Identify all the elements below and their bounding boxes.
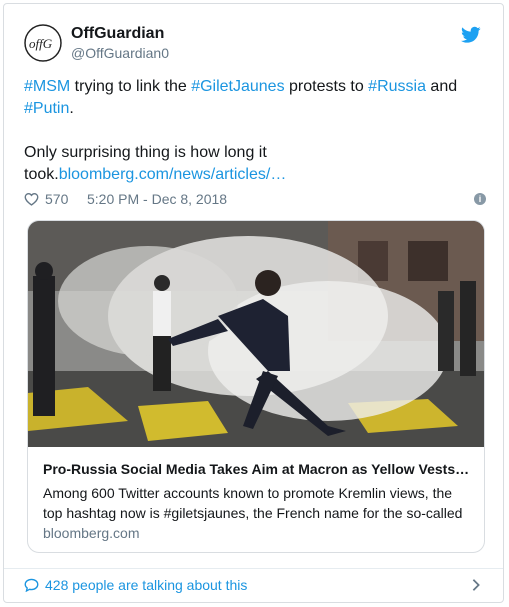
hashtag-msm[interactable]: #MSM [24, 78, 70, 95]
tweet-line-1: #MSM trying to link the #GiletJaunes pro… [24, 76, 484, 98]
heart-icon[interactable] [24, 192, 39, 206]
talking-count[interactable]: 428 people are talking about this [45, 577, 247, 593]
tweet-text-segment: trying to link the [70, 78, 192, 95]
hashtag-putin[interactable]: #Putin [24, 100, 69, 117]
tweet-text-segment: and [425, 78, 458, 95]
footer-divider [4, 568, 503, 569]
chevron-right-icon[interactable] [471, 578, 481, 592]
like-count[interactable]: 570 [45, 191, 68, 207]
card-title[interactable]: Pro-Russia Social Media Takes Aim at Mac… [43, 461, 473, 477]
speech-bubble-icon [24, 578, 39, 592]
tweet-text-segment: protests to [284, 78, 369, 95]
article-photo[interactable] [28, 221, 485, 447]
tweet-text-segment: . [69, 100, 74, 117]
author-name[interactable]: OffGuardian [71, 25, 164, 43]
tweet-line-2: #Putin. [24, 98, 484, 120]
info-icon[interactable]: i [474, 193, 486, 205]
tweet-text-segment: took. [24, 166, 59, 183]
avatar[interactable]: offG [24, 24, 62, 62]
tweet-line-4: took.bloomberg.com/news/articles/… [24, 164, 484, 186]
article-link[interactable]: bloomberg.com/news/articles/… [59, 166, 287, 183]
twitter-bird-icon[interactable] [461, 26, 481, 44]
avatar-logo-text: offG [29, 36, 53, 51]
tweet-line-3: Only surprising thing is how long it [24, 144, 267, 161]
tweet-meta: 570 5:20 PM - Dec 8, 2018 i [24, 190, 486, 210]
hashtag-giletjaunes[interactable]: #GiletJaunes [191, 78, 284, 95]
tweet-card: offG OffGuardian @OffGuardian0 #MSM tryi… [3, 3, 504, 603]
tweet-text: #MSM trying to link the #GiletJaunes pro… [24, 76, 484, 186]
hashtag-russia[interactable]: #Russia [368, 78, 426, 95]
card-domain: bloomberg.com [43, 525, 140, 541]
offguardian-logo: offG [24, 24, 62, 62]
tweet-timestamp[interactable]: 5:20 PM - Dec 8, 2018 [87, 191, 227, 207]
link-preview-card[interactable]: Pro-Russia Social Media Takes Aim at Mac… [27, 220, 485, 553]
author-handle[interactable]: @OffGuardian0 [71, 45, 169, 61]
card-description: Among 600 Twitter accounts known to prom… [43, 485, 463, 521]
